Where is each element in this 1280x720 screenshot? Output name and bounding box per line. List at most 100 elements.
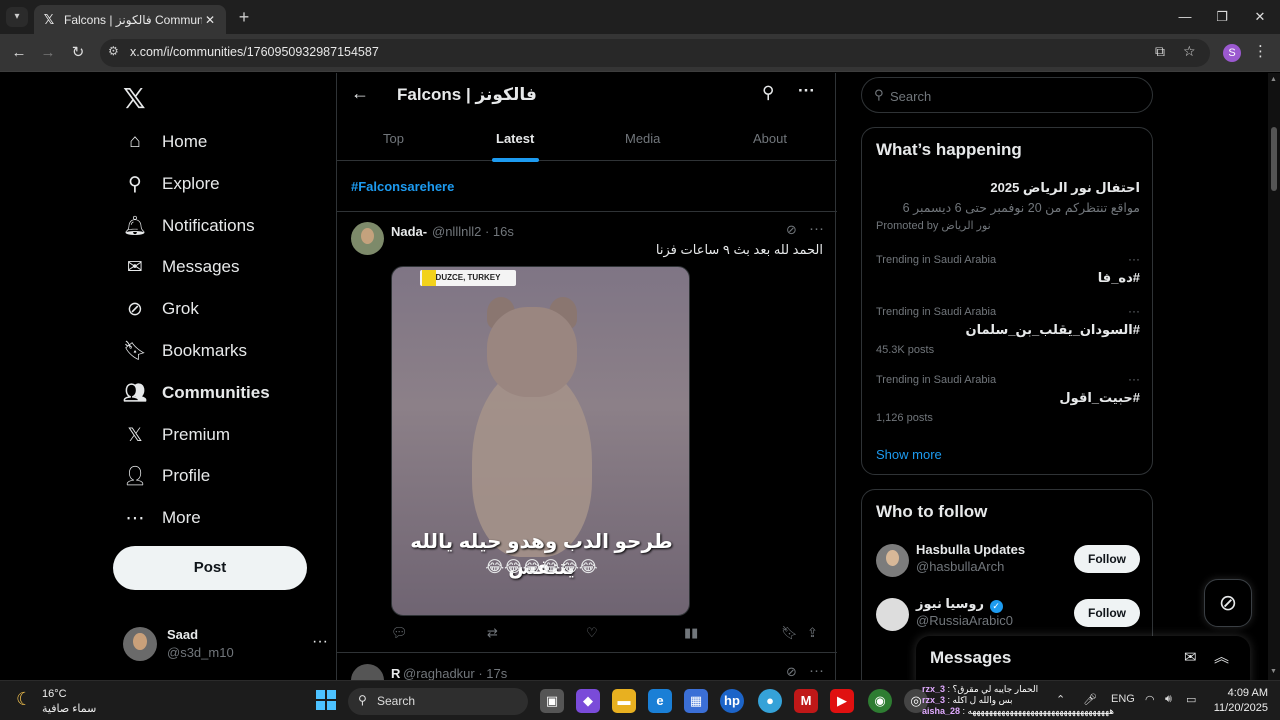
window-close-icon[interactable]: ✕ [1245,6,1275,28]
browser-tab[interactable]: 𝕏 Falcons | فالكونز Community / X ✕ [34,5,226,34]
search-input[interactable] [890,86,1140,106]
reload-icon[interactable]: ↻ [67,42,89,64]
more-dots-icon[interactable]: ··· [809,220,824,237]
tweet[interactable]: Nada- @nlllnll2 · 16s ⊘ ··· الحمد لله بع… [337,212,837,653]
search-icon[interactable]: ⚲ [762,83,774,103]
nav-communities[interactable]: 👥︎ Communities [123,372,270,414]
hp-icon[interactable]: hp [720,689,744,713]
wifi-icon[interactable]: ◠ [1145,693,1155,706]
nav-premium[interactable]: 𝕏 Premium [123,414,230,456]
omnibox[interactable]: ⚙ x.com/i/communities/176095093298715458… [100,39,1210,67]
views-icon[interactable]: ▮▮ [684,625,698,641]
trend-item[interactable]: Trending in Saudi Arabia ··· #ده_فا [876,252,1140,286]
more-dots-icon[interactable]: ··· [1128,304,1140,318]
language-indicator[interactable]: ENG [1111,693,1135,705]
profile-avatar[interactable]: S [1223,44,1241,62]
nav-grok[interactable]: ⊘ Grok [123,288,199,330]
taskbar-clock[interactable]: 4:09 AM 11/20/2025 [1210,686,1268,716]
more-dots-icon[interactable]: ··· [1128,372,1140,386]
follow-button[interactable]: Follow [1074,545,1140,573]
follow-suggestion[interactable]: Hasbulla Updates @hasbullaArch Follow [876,542,1140,582]
page-scrollbar[interactable]: ▲ ▼ [1268,73,1280,680]
minimize-icon[interactable]: — [1170,6,1200,28]
taskbar-search-label: Search [377,694,416,708]
back-arrow-icon[interactable]: ← [351,83,369,104]
scroll-up-icon[interactable]: ▲ [1270,76,1277,83]
tweet-video[interactable]: DUZCE, TURKEY طرحو الدب وهدو حيله يالله … [391,266,690,616]
follow-suggestion[interactable]: روسيا نيوز ✓ @RussiaArabic0 Follow [876,596,1140,636]
store-icon[interactable]: ▦ [684,689,708,713]
avatar[interactable] [351,222,384,255]
messages-drawer[interactable]: Messages ✉ ︽ [916,636,1250,680]
grok-explain-icon[interactable]: ⊘ [786,664,797,680]
tab-media[interactable]: Media [625,131,660,146]
chevron-up-icon[interactable]: ⌃ [1056,693,1065,706]
reply-icon[interactable]: 💬︎ [391,625,408,641]
hashtag-link[interactable]: #Falconsarehere [351,179,454,194]
back-icon[interactable]: ← [8,42,30,64]
nav-bookmarks[interactable]: 🔖︎ Bookmarks [123,330,247,372]
more-dots-icon[interactable]: ··· [312,633,328,651]
browser-menu-icon[interactable]: ⋮ [1253,42,1268,60]
tab-latest[interactable]: Latest [496,131,534,146]
file-explorer-icon[interactable]: ▬ [612,689,636,713]
new-tab-button[interactable]: + [234,7,254,27]
more-dots-icon[interactable]: ··· [1128,252,1140,266]
grok-floating-icon[interactable]: ⊘ [1204,579,1252,627]
copilot-icon[interactable]: ◆ [576,689,600,713]
windows-start-icon[interactable] [316,690,336,710]
share-icon[interactable]: ⇪ [807,625,818,641]
scroll-thumb[interactable] [1271,127,1277,191]
bookmark-icon[interactable]: 🔖︎ [781,625,798,641]
avatar[interactable] [876,544,909,577]
tweet[interactable]: R @raghadkur · 17s ⊘ ··· [337,654,837,680]
new-message-icon[interactable]: ✉ [1184,648,1197,666]
taskbar-search[interactable]: ⚲ Search [348,688,528,715]
search-box[interactable]: ⚲ [861,77,1153,113]
post-button[interactable]: Post [113,546,307,590]
follow-button[interactable]: Follow [1074,599,1140,627]
like-icon[interactable]: ♡ [586,625,598,641]
trend-item[interactable]: Trending in Saudi Arabia ··· #حبيت_اقول … [876,372,1140,424]
battery-icon[interactable]: ▭ [1186,693,1196,706]
tab-top[interactable]: Top [383,131,404,146]
tweet-author-name[interactable]: R [391,666,400,680]
close-tab-icon[interactable]: ✕ [202,13,218,27]
tab-search-button[interactable]: ▾ [6,7,28,27]
nav-messages[interactable]: ✉ Messages [123,246,239,288]
nav-notifications[interactable]: 🔔︎ Notifications [123,205,255,247]
install-app-icon[interactable]: ⧉ [1155,43,1165,60]
site-info-icon[interactable]: ⚙ [108,44,119,58]
tweet-author-name[interactable]: Nada- [391,224,427,239]
avatar[interactable] [876,598,909,631]
grok-explain-icon[interactable]: ⊘ [786,222,797,238]
x-logo-icon[interactable]: 𝕏 [123,82,146,115]
mcafee-icon[interactable]: M [794,689,818,713]
account-switcher[interactable]: Saad @s3d_m10 ··· [123,623,328,667]
nav-profile[interactable]: 👤︎ Profile [123,455,210,497]
scroll-down-icon[interactable]: ▼ [1270,668,1277,675]
retweet-icon[interactable]: ⇄ [487,625,498,641]
edge-icon[interactable]: e [648,689,672,713]
more-dots-icon[interactable]: ··· [809,662,824,679]
task-view-icon[interactable]: ▣ [540,689,564,713]
expand-up-icon[interactable]: ︽ [1214,646,1229,667]
youtube-icon[interactable]: ▶ [830,689,854,713]
nav-more[interactable]: ⋯ More [123,497,201,539]
microphone-icon[interactable]: 🎤︎ [1083,693,1097,706]
url-text[interactable]: x.com/i/communities/1760950932987154587 [130,45,379,59]
nav-explore[interactable]: ⚲ Explore [123,163,220,205]
volume-icon[interactable]: 🔊︎ [1165,693,1172,706]
show-more-link[interactable]: Show more [876,447,942,462]
nav-home[interactable]: ⌂ Home [123,121,207,163]
more-dots-icon[interactable]: ··· [798,81,815,101]
app-icon[interactable]: ● [758,689,782,713]
maximize-icon[interactable]: ❐ [1207,6,1237,28]
avatar[interactable] [351,664,384,680]
bookmark-star-icon[interactable]: ☆ [1183,43,1196,60]
promoted-trend[interactable]: احتفال نور الرياض 2025 مواقع تنتظركم من … [876,180,1140,232]
tab-about[interactable]: About [753,131,787,146]
trend-item[interactable]: Trending in Saudi Arabia ··· #السودان_يق… [876,304,1140,356]
chrome-icon[interactable]: ◉ [868,689,892,713]
forward-icon[interactable]: → [37,42,59,64]
